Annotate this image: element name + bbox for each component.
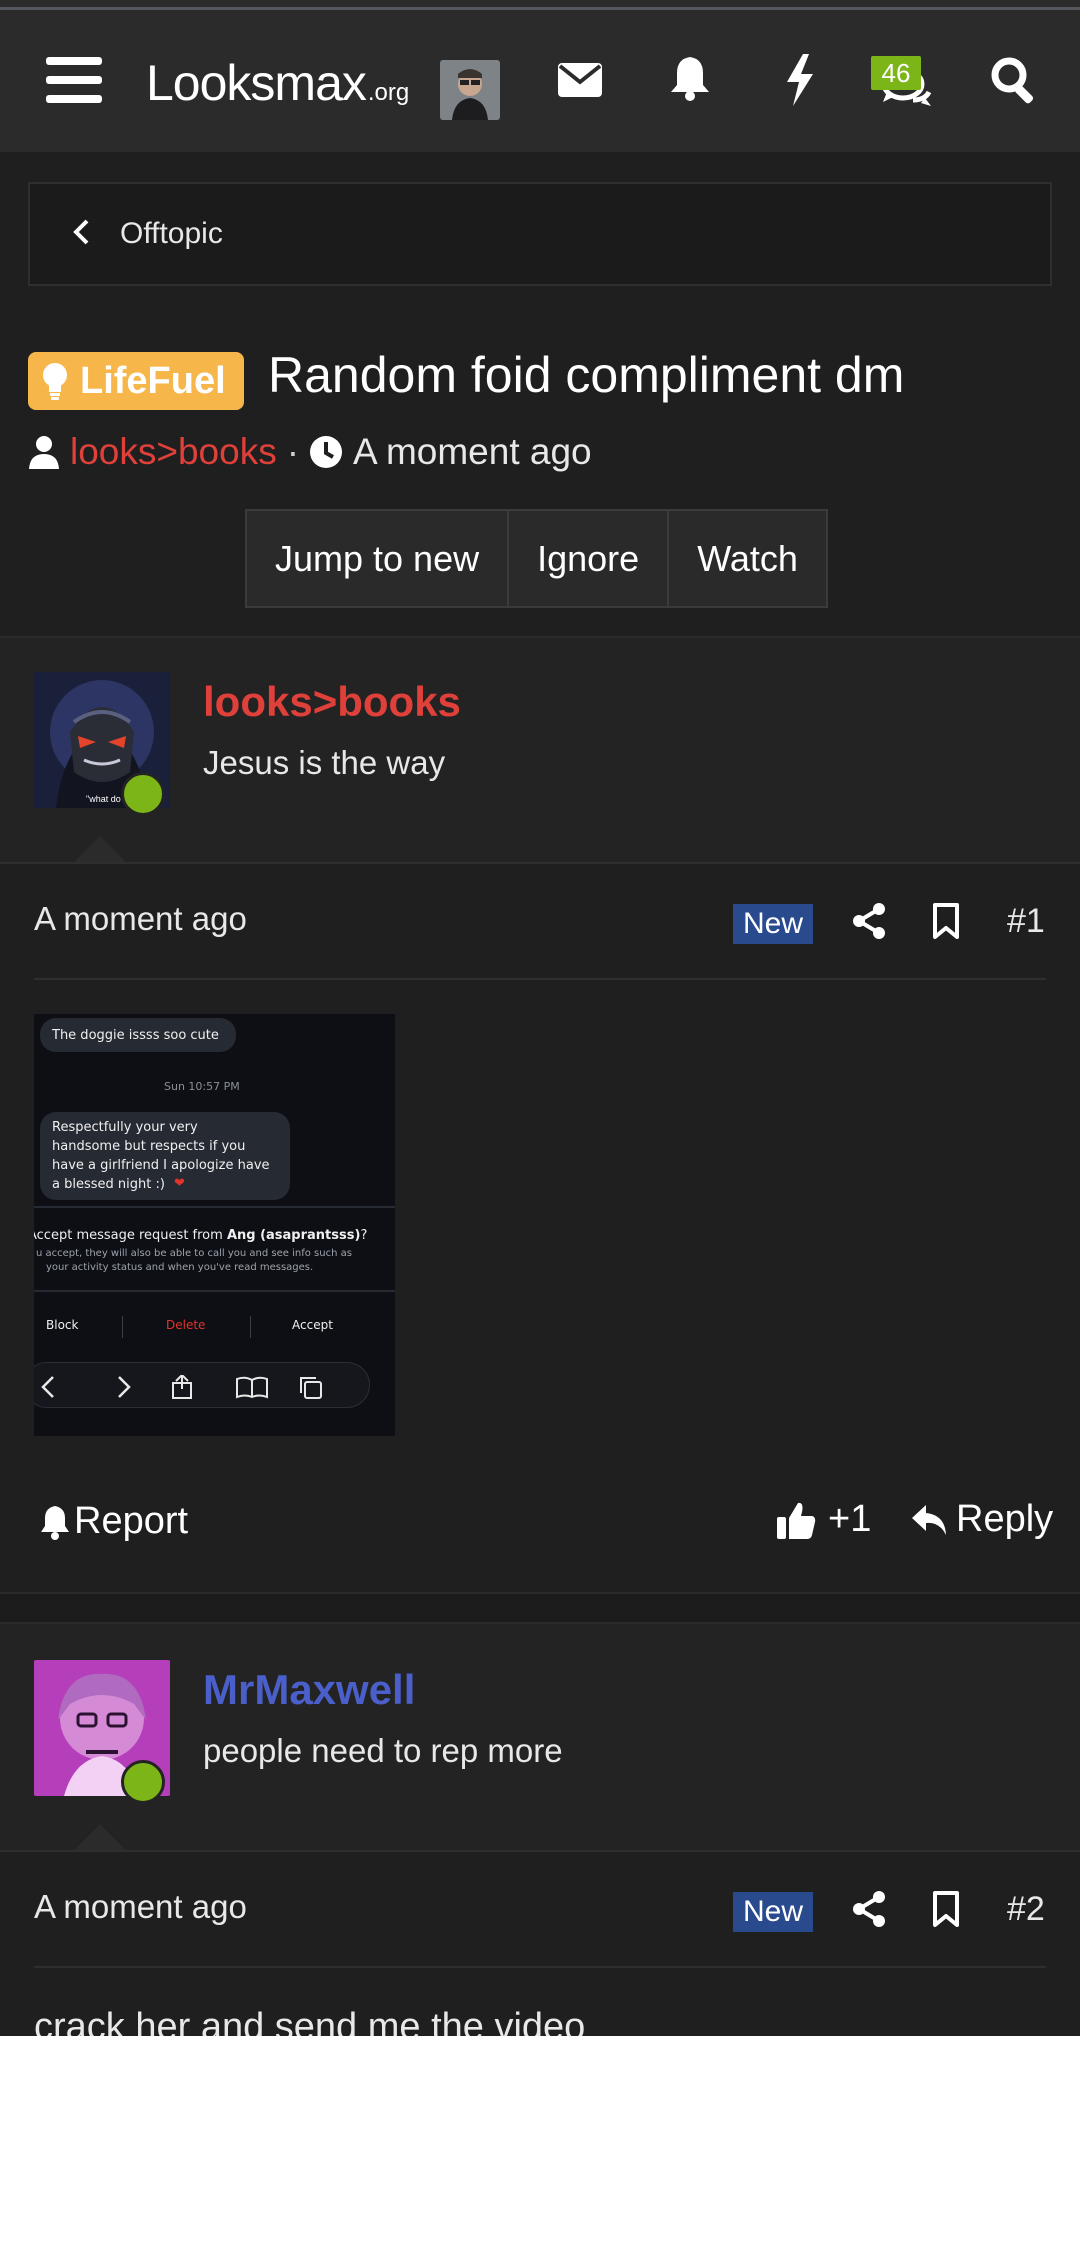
reply-icon [910, 1503, 948, 1537]
post-1-attachment-image[interactable]: The doggie issss soo cute Sun 10:57 PM R… [34, 1014, 395, 1436]
attachment-bubble-2-line-3: have a girlfriend I apologize have [52, 1158, 270, 1173]
post-2-body: A moment ago New #2 crack her and send m… [0, 1850, 1080, 2036]
bell-icon[interactable] [666, 52, 714, 104]
jump-to-new-button[interactable]: Jump to new [247, 511, 510, 606]
attachment-info-line-2: your activity status and when you've rea… [46, 1262, 314, 1273]
attachment-delete: Delete [166, 1318, 206, 1332]
post-1-new-badge: New [733, 904, 814, 944]
bell-icon [40, 1504, 70, 1540]
user-avatar[interactable] [440, 60, 500, 120]
attachment-bubble-2-line-4: a blessed night :) [52, 1177, 165, 1192]
search-icon[interactable] [988, 54, 1038, 106]
thread-time[interactable]: A moment ago [353, 431, 592, 473]
request-prefix: Accept message request from [34, 1228, 227, 1243]
post-1-divider [34, 978, 1046, 980]
logo-suffix: .org [367, 79, 410, 106]
request-suffix: ? [360, 1228, 368, 1243]
thread-prefix[interactable]: LifeFuel [28, 352, 244, 410]
lightbulb-icon [42, 362, 68, 400]
report-button[interactable]: Report [40, 1500, 188, 1543]
clock-icon [309, 435, 343, 469]
reaction-count: +1 [828, 1498, 872, 1540]
thread-meta: looks>books · A moment ago [28, 428, 592, 476]
like-button[interactable]: +1 [776, 1498, 871, 1541]
post-2-divider [34, 1966, 1046, 1968]
thumbs-up-icon [776, 1500, 816, 1540]
attachment-info-line-1: u accept, they will also be able to call… [36, 1248, 352, 1259]
top-accent-line [0, 0, 1080, 10]
post-1-time[interactable]: A moment ago [34, 900, 247, 938]
attachment-block: Block [46, 1318, 79, 1332]
post-2-new-badge: New [733, 1892, 814, 1932]
ignore-button[interactable]: Ignore [509, 511, 670, 606]
site-logo[interactable]: Looksmax .org [146, 54, 409, 114]
attachment-sep-1 [122, 1316, 123, 1338]
watch-button[interactable]: Watch [669, 511, 826, 606]
attachment-request-text: Accept message request from Ang (asapran… [34, 1228, 367, 1243]
bolt-icon[interactable] [776, 52, 824, 108]
bookmark-icon[interactable] [932, 1890, 960, 1933]
report-label: Report [74, 1500, 189, 1542]
site-header: Looksmax .org 46 [0, 10, 1080, 152]
envelope-icon[interactable] [556, 56, 604, 104]
attachment-bubble-2-line-1: Respectfully your very [52, 1120, 198, 1135]
attachment-bubble-2-line-2: handsome but respects if you [52, 1139, 246, 1154]
menu-icon[interactable] [44, 50, 104, 110]
post-separator [0, 1592, 1080, 1622]
thread-author-link[interactable]: looks>books [70, 431, 277, 473]
post-2-user-title: people need to rep more [203, 1732, 563, 1769]
post-2-pointer [72, 1824, 128, 1852]
user-icon [28, 435, 60, 469]
online-indicator [121, 772, 165, 816]
attachment-bubble-1-text: The doggie issss soo cute [52, 1028, 219, 1043]
thread-actions: Jump to new Ignore Watch [245, 509, 828, 608]
request-name: Ang (asaprantsss) [226, 1228, 361, 1243]
reply-button[interactable]: Reply [910, 1498, 1053, 1541]
attachment-browser-bar [34, 1362, 370, 1408]
attachment-timestamp: Sun 10:57 PM [164, 1080, 240, 1093]
thread-title: Random foid compliment dm [268, 347, 905, 403]
app-window: Looksmax .org 46 Offtopic LifeFuel Rando… [0, 0, 1080, 2036]
reply-label: Reply [956, 1498, 1054, 1540]
post-1-username[interactable]: looks>books [203, 678, 461, 726]
attachment-accept: Accept [292, 1318, 333, 1332]
post-2-user-section: MrMaxwell people need to rep more [0, 1622, 1080, 1852]
bookmark-icon[interactable] [932, 902, 960, 945]
breadcrumb-label: Offtopic [120, 217, 223, 250]
heart-icon: ❤ [174, 1176, 185, 1191]
post-1-number[interactable]: #1 [1007, 902, 1045, 941]
attachment-bubble-1: The doggie issss soo cute [40, 1018, 236, 1052]
avatar-watermark: "what do [86, 794, 121, 804]
attachment-bubble-2: Respectfully your very handsome but resp… [40, 1112, 290, 1200]
thread-prefix-label: LifeFuel [80, 359, 226, 402]
post-1-user-title: Jesus is the way [203, 744, 446, 781]
meta-separator: · [286, 431, 300, 472]
online-indicator [121, 1760, 165, 1804]
conversations-badge: 46 [871, 56, 921, 90]
attachment-divider-2 [34, 1290, 395, 1292]
breadcrumb[interactable]: Offtopic [28, 182, 1052, 286]
post-2-number[interactable]: #2 [1007, 1890, 1045, 1929]
attachment-sep-2 [250, 1316, 251, 1338]
attachment-divider [34, 1206, 395, 1208]
share-icon[interactable] [852, 1890, 886, 1933]
post-2-time[interactable]: A moment ago [34, 1888, 247, 1926]
chevron-left-icon [72, 219, 90, 250]
logo-text: Looksmax [146, 55, 367, 111]
post-2-username[interactable]: MrMaxwell [203, 1666, 415, 1714]
post-1-pointer [72, 836, 128, 864]
post-2-message: crack her and send me the video [34, 2006, 586, 2036]
share-icon[interactable] [852, 902, 886, 945]
post-1-user-section: "what do looks>books Jesus is the way [0, 636, 1080, 864]
